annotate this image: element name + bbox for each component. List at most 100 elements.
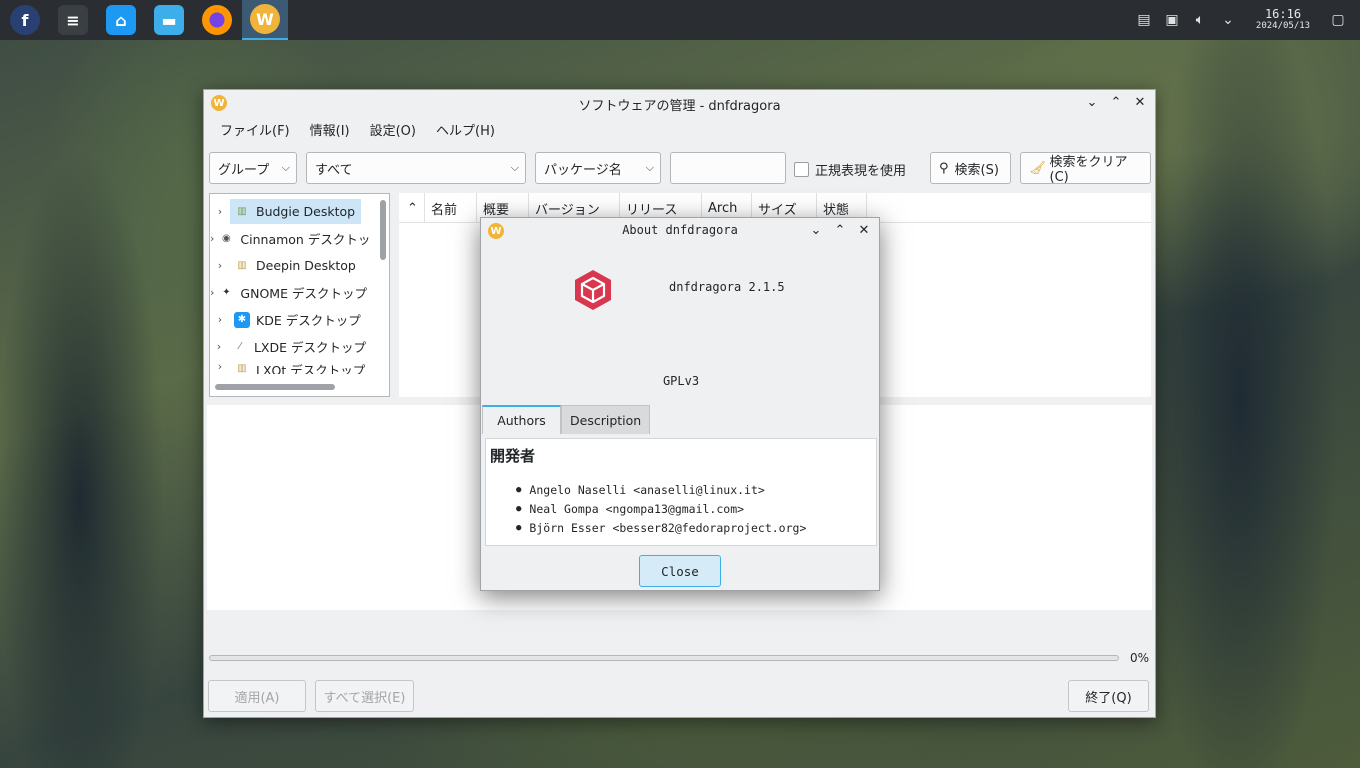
view-combo-value: グループ — [218, 162, 270, 178]
expand-icon[interactable]: › — [210, 205, 230, 218]
progress-bar: 0% — [209, 651, 1149, 666]
tree-item[interactable]: › ▥ Budgie Desktop — [210, 198, 372, 225]
tree-item[interactable]: › ⁄ LXDE デスクトップ — [210, 333, 372, 360]
software-store-icon: ⌂ — [106, 5, 136, 35]
taskbar-app-launcher[interactable]: f — [2, 0, 48, 40]
minimize-icon[interactable]: ⌄ — [1085, 94, 1099, 110]
taskbar: f ≡ ⌂ ▬ ● W ▤ ▣ 🔈︎ ⌄ 16:16 2024/05/13 ▢ — [0, 0, 1360, 40]
select-all-button[interactable]: すべて選択(E) — [315, 680, 414, 712]
menu-help[interactable]: ヘルプ(H) — [426, 120, 505, 139]
regex-checkbox-box[interactable] — [794, 162, 809, 177]
search-button[interactable]: ⚲ 検索(S) — [930, 152, 1011, 184]
regex-checkbox-label: 正規表現を使用 — [815, 164, 907, 179]
license-text: GPLv3 — [662, 374, 700, 388]
filter-combo-value: すべて — [315, 162, 353, 178]
clipboard-icon[interactable]: ▤ — [1130, 0, 1158, 40]
search-toolbar: グループ ⌵ すべて ⌵ パッケージ名 ⌵ 正規表現を使用 ⚲ 検索(S) 🧹︎… — [209, 152, 1151, 186]
chevron-down-icon: ⌵ — [281, 161, 290, 174]
gnome-icon: ✦ — [222, 287, 231, 298]
clear-search-button[interactable]: 🧹︎ 検索をクリア(C) — [1020, 152, 1151, 185]
list-item: Neal Gompa <ngompa13@gmail.com> — [516, 499, 872, 518]
list-item: Björn Esser <besser82@fedoraproject.org> — [516, 518, 872, 537]
tree-item-label: LXQt デスクトップ — [256, 363, 366, 374]
tree-item[interactable]: › ▥ LXQt デスクトップ — [210, 360, 372, 374]
minimize-icon[interactable]: ⌄ — [809, 222, 823, 238]
kde-icon: ✱ — [234, 311, 250, 328]
apply-button[interactable]: 適用(A) — [208, 680, 306, 712]
deepin-icon: ▥ — [237, 260, 247, 271]
search-field-combo[interactable]: パッケージ名 ⌵ — [535, 152, 661, 184]
chevron-down-icon: ⌵ — [510, 161, 519, 174]
group-tree[interactable]: › ▥ Budgie Desktop › ◉ Cinnamon デスクトップ ›… — [209, 193, 390, 397]
lxde-icon: ⁄ — [239, 341, 241, 352]
search-icon: ⚲ — [939, 160, 949, 176]
window-title: ソフトウェアの管理 - dnfdragora — [578, 99, 781, 114]
search-button-label: 検索(S) — [954, 162, 999, 178]
taskbar-app-settings[interactable]: ≡ — [50, 0, 96, 40]
network-icon[interactable]: ▣ — [1158, 0, 1186, 40]
expand-icon[interactable]: › — [210, 340, 228, 353]
menu-file[interactable]: ファイル(F) — [210, 120, 300, 139]
taskbar-app-firefox[interactable]: ● — [194, 0, 240, 40]
horizontal-scrollbar[interactable] — [215, 384, 335, 390]
progress-label: 0% — [1129, 651, 1149, 665]
search-input[interactable] — [670, 152, 786, 184]
cinnamon-icon: ◉ — [222, 233, 231, 244]
vertical-scrollbar[interactable] — [380, 200, 386, 260]
show-desktop-icon[interactable]: ▢ — [1324, 0, 1352, 40]
maximize-icon[interactable]: ⌃ — [833, 222, 847, 238]
close-button[interactable]: Close — [639, 555, 721, 587]
package-box-icon — [575, 270, 611, 310]
tab-authors[interactable]: Authors — [482, 405, 561, 434]
tree-item-label: GNOME デスクトップ — [240, 286, 367, 301]
window-titlebar[interactable]: W ソフトウェアの管理 - dnfdragora ⌄ ⌃ ✕ — [204, 90, 1155, 116]
tab-description[interactable]: Description — [561, 405, 651, 434]
expand-icon[interactable]: › — [210, 360, 230, 373]
search-field-combo-value: パッケージ名 — [544, 162, 622, 178]
tree-item-label: LXDE デスクトップ — [253, 340, 366, 355]
tree-item[interactable]: › ✱ KDE デスクトップ — [210, 306, 372, 333]
fedora-menu-icon: f — [10, 5, 40, 35]
file-manager-icon: ▬ — [154, 5, 184, 35]
tree-item[interactable]: › ▥ Deepin Desktop — [210, 252, 372, 279]
taskbar-app-files[interactable]: ▬ — [146, 0, 192, 40]
tree-item[interactable]: › ◉ Cinnamon デスクトップ — [210, 225, 372, 252]
broom-icon: 🧹︎ — [1029, 160, 1046, 176]
view-combo[interactable]: グループ ⌵ — [209, 152, 297, 184]
clock[interactable]: 16:16 2024/05/13 — [1248, 8, 1318, 32]
tree-item-label: Deepin Desktop — [256, 258, 356, 273]
quit-button[interactable]: 終了(Q) — [1068, 680, 1149, 712]
firefox-icon: ● — [202, 5, 232, 35]
dialog-titlebar[interactable]: W About dnfdragora ⌄ ⌃ ✕ — [481, 218, 879, 244]
expand-icon[interactable]: › — [210, 313, 230, 326]
clock-time: 16:16 — [1264, 7, 1302, 21]
close-icon[interactable]: ✕ — [1133, 94, 1147, 110]
tree-item-label: KDE デスクトップ — [256, 313, 361, 328]
menu-info[interactable]: 情報(I) — [300, 120, 360, 139]
maximize-icon[interactable]: ⌃ — [1109, 94, 1123, 110]
clear-search-button-label: 検索をクリア(C) — [1049, 155, 1128, 185]
select-all-chevron-icon[interactable]: ⌃ — [399, 193, 425, 223]
chevron-down-icon[interactable]: ⌄ — [1214, 0, 1242, 40]
authors-panel: 開発者 Angelo Naselli <anaselli@linux.it> N… — [485, 438, 877, 546]
clock-date: 2024/05/13 — [1255, 21, 1311, 31]
expand-icon[interactable]: › — [210, 259, 230, 272]
system-settings-icon: ≡ — [58, 5, 88, 35]
dnfdragora-icon: W — [250, 4, 280, 34]
regex-checkbox[interactable]: 正規表現を使用 — [794, 160, 906, 179]
tree-item[interactable]: › ✦ GNOME デスクトップ — [210, 279, 372, 306]
taskbar-app-dnfdragora[interactable]: W — [242, 0, 288, 40]
filter-combo[interactable]: すべて ⌵ — [306, 152, 526, 184]
column-header-name[interactable]: 名前 — [425, 193, 477, 223]
menu-settings[interactable]: 設定(O) — [360, 120, 426, 139]
volume-icon[interactable]: 🔈︎ — [1186, 0, 1214, 40]
system-tray: ▤ ▣ 🔈︎ ⌄ 16:16 2024/05/13 ▢ — [1130, 0, 1360, 40]
taskbar-app-store[interactable]: ⌂ — [98, 0, 144, 40]
app-version: dnfdragora 2.1.5 — [669, 280, 785, 294]
chevron-down-icon: ⌵ — [645, 161, 654, 174]
developers-heading: 開発者 — [490, 447, 536, 465]
menubar: ファイル(F) 情報(I) 設定(O) ヘルプ(H) — [204, 116, 1155, 142]
list-item: Angelo Naselli <anaselli@linux.it> — [516, 480, 872, 499]
about-dialog: W About dnfdragora ⌄ ⌃ ✕ dnfdragora 2.1.… — [480, 217, 880, 591]
close-icon[interactable]: ✕ — [857, 222, 871, 238]
